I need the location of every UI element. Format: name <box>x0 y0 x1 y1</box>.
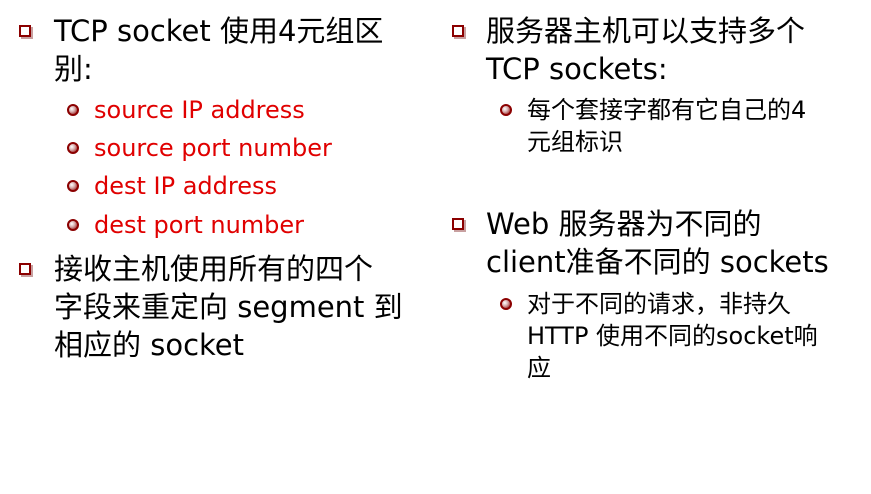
round-bullet-icon <box>67 104 79 116</box>
right-sub-item-2: 对于不同的请求，非持久 HTTP 使用不同的socket响 应 <box>527 290 818 382</box>
square-bullet-icon <box>19 263 31 275</box>
round-bullet-icon <box>67 180 79 192</box>
left-bullet-2: 接收主机使用所有的四个 字段来重定向 segment 到 相应的 socket <box>54 252 403 362</box>
right-bullet-1: 服务器主机可以支持多个 TCP sockets: <box>486 14 806 86</box>
round-bullet-icon <box>67 142 79 154</box>
round-bullet-icon <box>500 298 512 310</box>
left-sub-item-2: source port number <box>94 134 332 162</box>
right-sub-item-1: 每个套接字都有它自己的4 元组标识 <box>527 96 807 156</box>
round-bullet-icon <box>67 219 79 231</box>
left-sub-item-4: dest port number <box>94 211 305 239</box>
left-bullet-1: TCP socket 使用4元组区 别: <box>54 14 384 86</box>
square-bullet-icon <box>452 25 464 37</box>
left-sub-item-1: source IP address <box>94 96 305 124</box>
square-bullet-icon <box>19 25 31 37</box>
right-bullet-2: Web 服务器为不同的 client准备不同的 sockets <box>486 207 829 279</box>
left-sub-item-3: dest IP address <box>94 172 278 200</box>
round-bullet-icon <box>500 104 512 116</box>
square-bullet-icon <box>452 218 464 230</box>
